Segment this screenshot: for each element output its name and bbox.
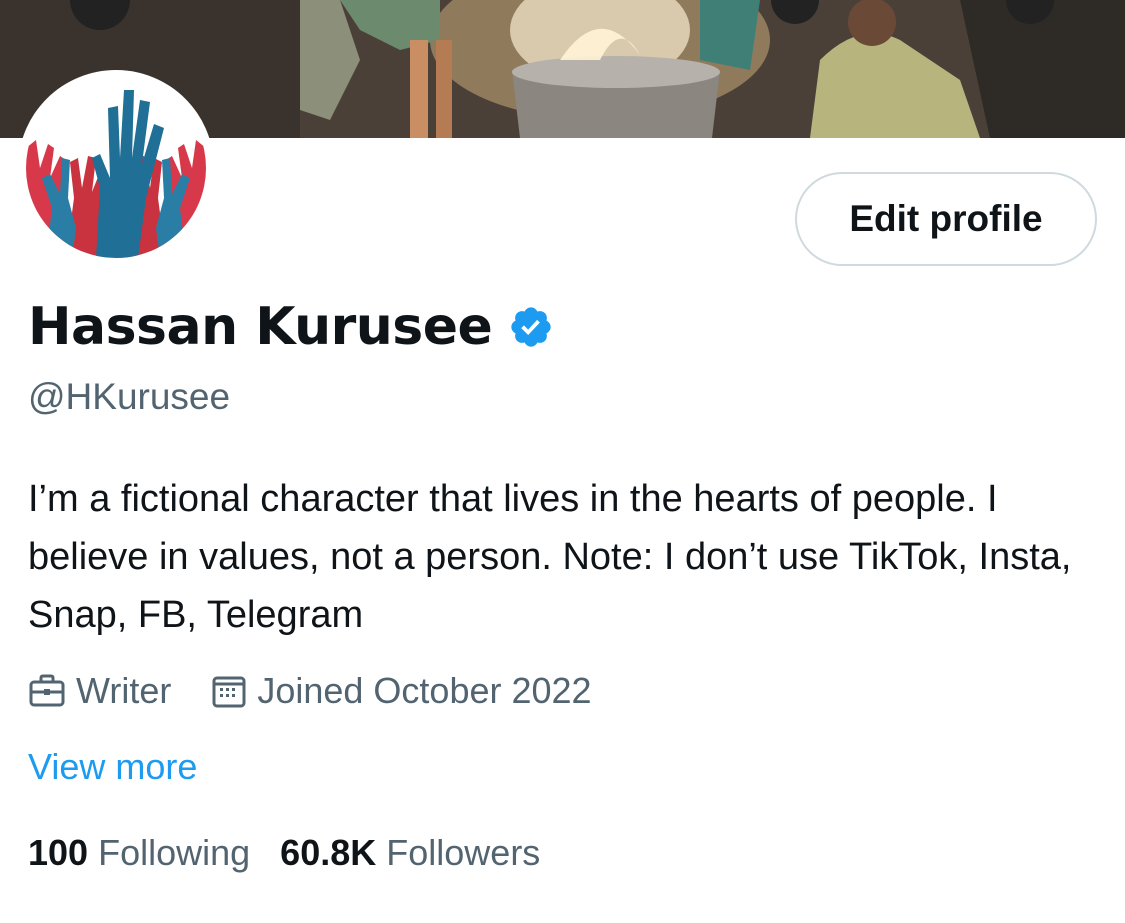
profile-avatar[interactable] [18, 70, 214, 266]
following-count: 100 [28, 832, 89, 873]
display-name: Hassan Kurusee [28, 297, 493, 357]
profile-handle: @HKurusee [28, 376, 231, 417]
avatar-image [26, 78, 206, 258]
followers-label: Followers [386, 832, 541, 873]
profile-stats: 100 Following 60.8K Followers [28, 830, 570, 876]
verified-badge-icon[interactable] [508, 304, 554, 350]
profile-name-row: Hassan Kurusee [28, 292, 554, 362]
calendar-icon [212, 676, 246, 708]
profile-bio: I’m a fictional character that lives in … [28, 478, 1072, 636]
profile-meta: Writer Joined October 2022 [28, 668, 632, 714]
view-more-link[interactable]: View more [28, 746, 197, 788]
following-label: Following [98, 832, 251, 873]
edit-profile-label: Edit profile [849, 198, 1043, 239]
raised-hands-logo-icon [26, 78, 206, 258]
joined-label: Joined October 2022 [257, 670, 592, 711]
profile-page: Edit profile Hassan Kurusee @HKurusee I’… [0, 0, 1125, 923]
followers-count: 60.8K [280, 832, 377, 873]
followers-link[interactable]: 60.8K Followers [280, 832, 540, 874]
profession-item: Writer [28, 670, 171, 712]
following-link[interactable]: 100 Following [28, 832, 250, 874]
edit-profile-button[interactable]: Edit profile [795, 172, 1097, 266]
profession-label: Writer [76, 670, 172, 711]
joined-item: Joined October 2022 [211, 670, 592, 712]
briefcase-icon [29, 674, 65, 707]
